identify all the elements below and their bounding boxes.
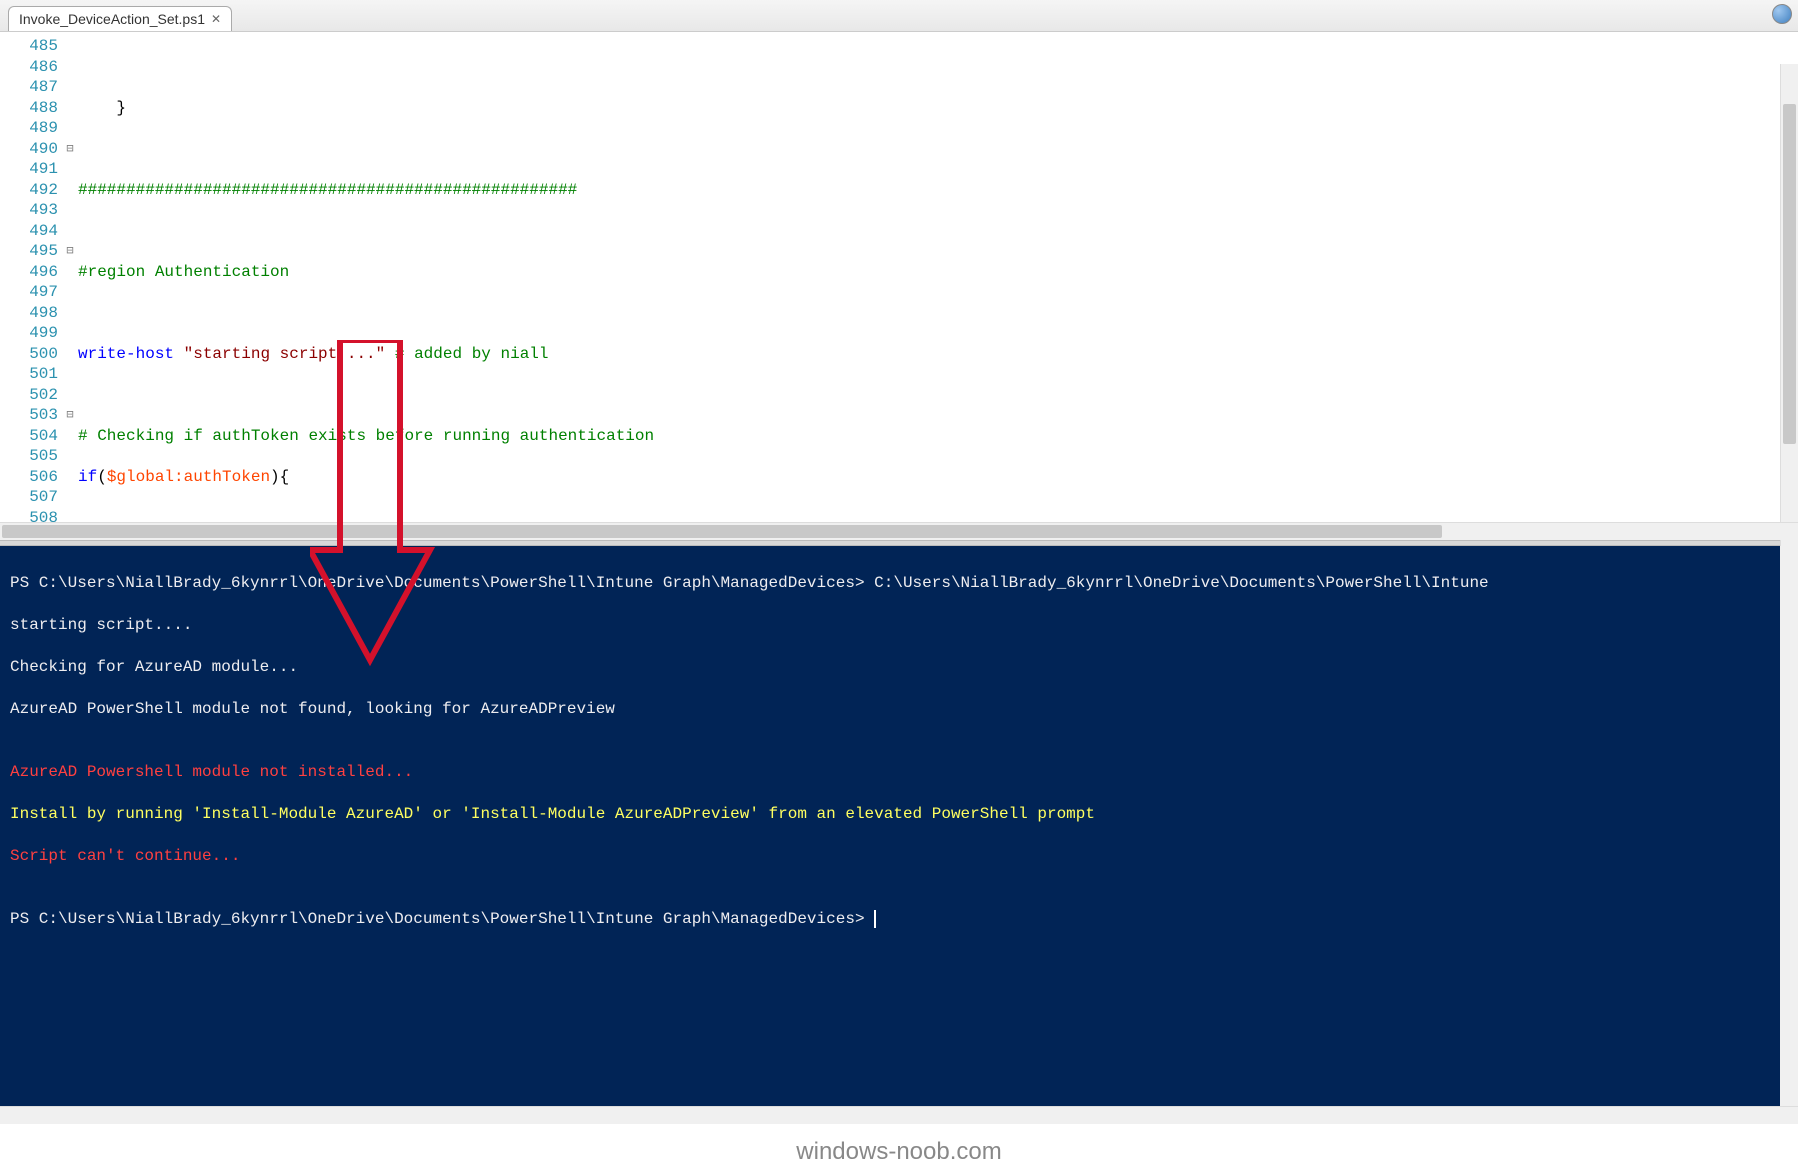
- fold-toggle[interactable]: ⊟: [62, 139, 78, 160]
- line-number: 504: [0, 426, 58, 447]
- line-number: 486: [0, 57, 58, 78]
- console-line: AzureAD PowerShell module not found, loo…: [10, 699, 1788, 720]
- console-vertical-scrollbar[interactable]: [1780, 546, 1798, 1106]
- line-number: 500: [0, 344, 58, 365]
- code-line: [78, 508, 1798, 523]
- code-editor[interactable]: 485 486 487 488 489 490 491 492 493 494 …: [0, 32, 1798, 522]
- line-number: 501: [0, 364, 58, 385]
- line-number-gutter: 485 486 487 488 489 490 491 492 493 494 …: [0, 32, 62, 522]
- line-number: 497: [0, 282, 58, 303]
- tab-bar: Invoke_DeviceAction_Set.ps1 ✕: [0, 0, 1798, 32]
- powershell-console[interactable]: PS C:\Users\NiallBrady_6kynrrl\OneDrive\…: [0, 546, 1798, 1106]
- close-icon[interactable]: ✕: [211, 12, 221, 26]
- scrollbar-thumb[interactable]: [1783, 104, 1796, 444]
- console-warning-line: Install by running 'Install-Module Azure…: [10, 804, 1788, 825]
- code-line: #region Authentication: [78, 262, 1798, 283]
- code-line: [78, 221, 1798, 242]
- line-number: 487: [0, 77, 58, 98]
- line-number: 485: [0, 36, 58, 57]
- code-line: write-host "starting script...." # added…: [78, 344, 1798, 365]
- console-line: Checking for AzureAD module...: [10, 657, 1788, 678]
- line-number: 498: [0, 303, 58, 324]
- cursor-icon: [874, 910, 876, 928]
- line-number: 493: [0, 200, 58, 221]
- line-number: 507: [0, 487, 58, 508]
- code-area[interactable]: } ######################################…: [78, 32, 1798, 522]
- tab-title: Invoke_DeviceAction_Set.ps1: [19, 11, 205, 27]
- watermark-text: windows-noob.com: [0, 1124, 1798, 1166]
- console-horizontal-scrollbar[interactable]: [0, 1106, 1798, 1124]
- code-line: # Checking if authToken exists before ru…: [78, 426, 1798, 447]
- line-number: 505: [0, 446, 58, 467]
- console-line: starting script....: [10, 615, 1788, 636]
- fold-toggle[interactable]: ⊟: [62, 241, 78, 262]
- file-tab[interactable]: Invoke_DeviceAction_Set.ps1 ✕: [8, 6, 232, 31]
- console-error-line: Script can't continue...: [10, 846, 1788, 867]
- expand-up-icon[interactable]: [1772, 4, 1792, 24]
- line-number: 489: [0, 118, 58, 139]
- line-number: 506: [0, 467, 58, 488]
- line-number: 494: [0, 221, 58, 242]
- console-prompt: PS C:\Users\NiallBrady_6kynrrl\OneDrive\…: [10, 909, 1788, 930]
- code-line: ########################################…: [78, 180, 1798, 201]
- line-number: 488: [0, 98, 58, 119]
- editor-vertical-scrollbar[interactable]: [1780, 64, 1798, 554]
- code-line: }: [78, 98, 1798, 119]
- editor-horizontal-scrollbar[interactable]: [0, 522, 1798, 540]
- line-number: 502: [0, 385, 58, 406]
- line-number: 503: [0, 405, 58, 426]
- code-line: [78, 385, 1798, 406]
- code-line: [78, 139, 1798, 160]
- scrollbar-thumb[interactable]: [2, 525, 1442, 538]
- console-error-line: AzureAD Powershell module not installed.…: [10, 762, 1788, 783]
- line-number: 491: [0, 159, 58, 180]
- console-line: PS C:\Users\NiallBrady_6kynrrl\OneDrive\…: [10, 573, 1788, 594]
- code-line: [78, 57, 1798, 78]
- line-number: 495: [0, 241, 58, 262]
- fold-toggle[interactable]: ⊟: [62, 405, 78, 426]
- line-number: 490: [0, 139, 58, 160]
- line-number: 492: [0, 180, 58, 201]
- code-line: if($global:authToken){: [78, 467, 1798, 488]
- fold-column: ⊟ ⊟ ⊟: [62, 32, 78, 522]
- code-line: [78, 303, 1798, 324]
- line-number: 496: [0, 262, 58, 283]
- line-number: 499: [0, 323, 58, 344]
